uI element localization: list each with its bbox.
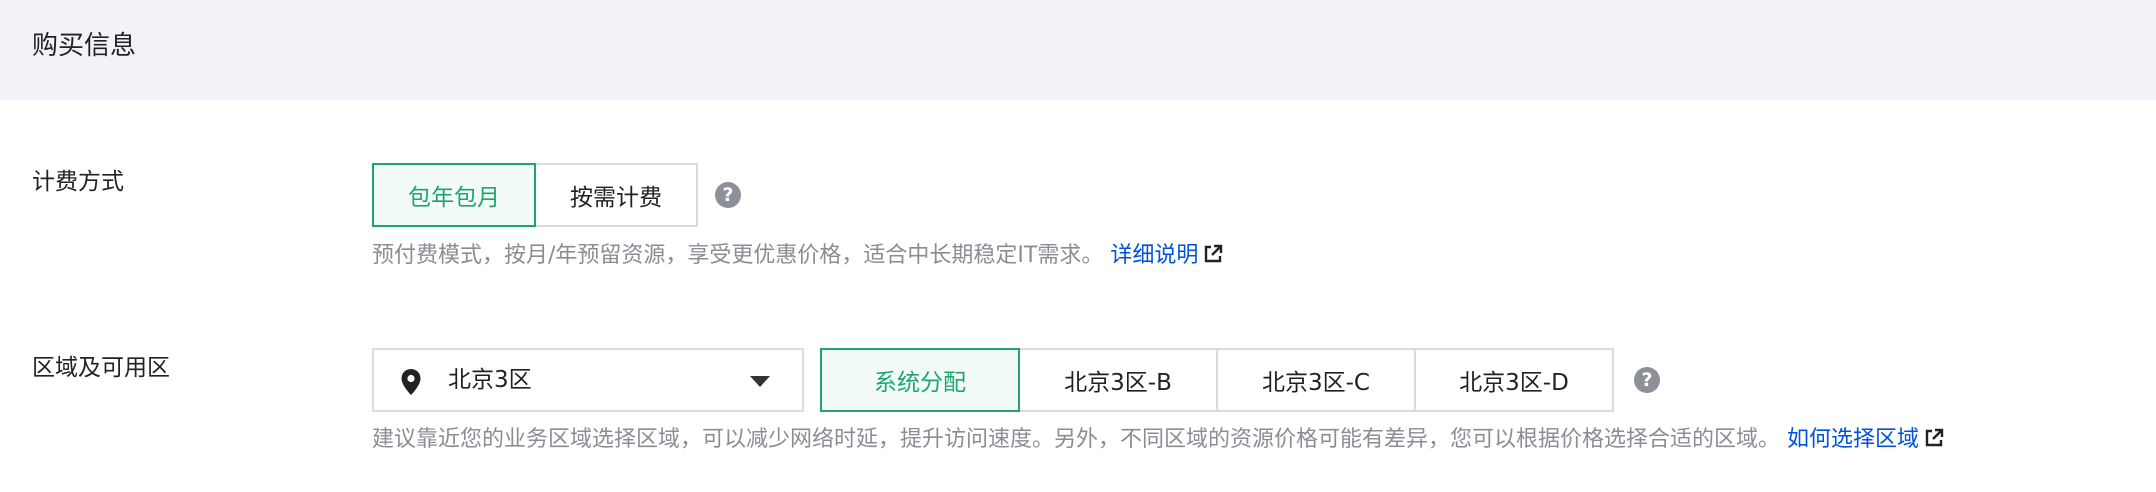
- section-header: 购买信息: [0, 0, 2156, 100]
- zone-option-auto[interactable]: 系统分配: [820, 348, 1020, 412]
- region-description-text: 建议靠近您的业务区域选择区域，可以减少网络时延，提升访问速度。另外，不同区域的资…: [372, 427, 1781, 452]
- billing-mode-segment: 包年包月 按需计费: [372, 163, 698, 227]
- billing-option-prepaid[interactable]: 包年包月: [372, 163, 536, 227]
- zone-segment: 系统分配 北京3区-B 北京3区-C 北京3区-D: [820, 348, 1614, 412]
- region-label: 区域及可用区: [32, 355, 170, 381]
- zone-option-b[interactable]: 北京3区-B: [1018, 348, 1218, 412]
- billing-option-postpaid[interactable]: 按需计费: [534, 163, 698, 227]
- billing-label: 计费方式: [32, 169, 124, 195]
- region-select-value: 北京3区: [448, 367, 532, 393]
- section-title: 购买信息: [32, 31, 137, 61]
- billing-help-icon[interactable]: ?: [715, 182, 741, 208]
- external-link-icon: [1925, 428, 1944, 447]
- location-pin-icon: [401, 369, 421, 395]
- zone-option-c[interactable]: 北京3区-C: [1216, 348, 1416, 412]
- region-guide-link-label: 如何选择区域: [1787, 427, 1920, 452]
- zone-option-d[interactable]: 北京3区-D: [1414, 348, 1614, 412]
- billing-details-link-label: 详细说明: [1110, 243, 1199, 268]
- region-description: 建议靠近您的业务区域选择区域，可以减少网络时延，提升访问速度。另外，不同区域的资…: [372, 424, 1945, 456]
- region-guide-link[interactable]: 如何选择区域: [1787, 427, 1945, 452]
- region-help-icon[interactable]: ?: [1634, 367, 1660, 393]
- billing-details-link[interactable]: 详细说明: [1110, 243, 1224, 268]
- billing-description: 预付费模式，按月/年预留资源，享受更优惠价格，适合中长期稳定IT需求。 详细说明: [372, 240, 1224, 272]
- caret-down-icon: [750, 376, 770, 387]
- billing-description-text: 预付费模式，按月/年预留资源，享受更优惠价格，适合中长期稳定IT需求。: [372, 243, 1104, 268]
- region-select[interactable]: 北京3区: [372, 348, 804, 412]
- external-link-icon: [1205, 244, 1223, 263]
